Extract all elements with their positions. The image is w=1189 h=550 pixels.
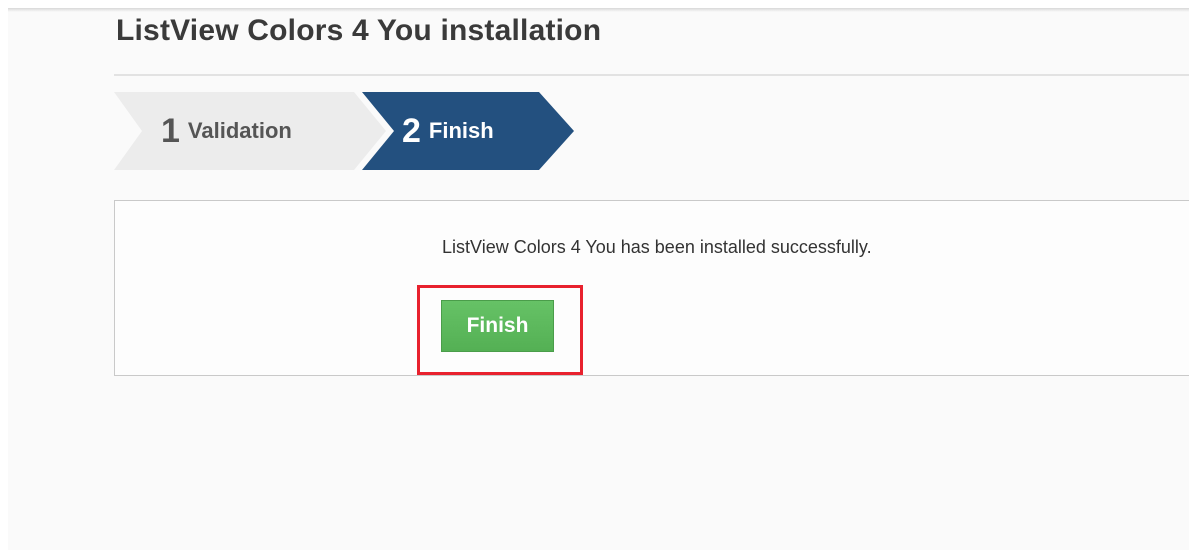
step-2-label: Finish <box>428 118 494 143</box>
success-message: ListView Colors 4 You has been installed… <box>442 237 872 257</box>
step-validation: 1 Validation <box>161 92 292 170</box>
title-divider <box>114 74 1189 76</box>
page-title: ListView Colors 4 You installation <box>116 14 602 47</box>
top-shadow <box>8 8 1189 12</box>
finish-button[interactable]: Finish <box>441 300 554 352</box>
step-1-number: 1 <box>161 111 180 150</box>
result-panel: ListView Colors 4 You has been installed… <box>114 200 1189 376</box>
finish-button-highlight: Finish <box>417 285 583 375</box>
wizard-steps: 1 Validation 2 Finish <box>114 92 574 170</box>
step-finish: 2 Finish <box>402 92 494 170</box>
installation-page: ListView Colors 4 You installation 1 Val… <box>0 0 1189 550</box>
step-1-label: Validation <box>187 118 292 143</box>
step-2-number: 2 <box>402 111 421 150</box>
